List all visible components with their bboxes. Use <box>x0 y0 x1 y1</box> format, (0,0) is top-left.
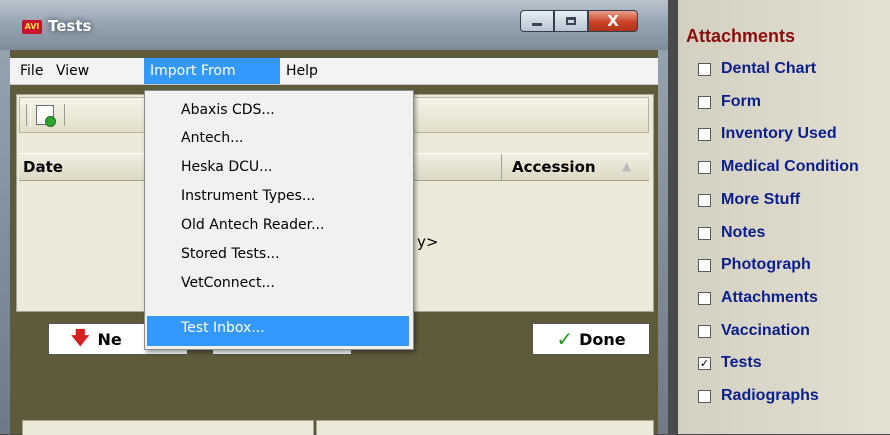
done-button-label: Done <box>579 329 626 349</box>
toolbar-grip[interactable] <box>26 104 31 126</box>
attachment-checkbox-vaccination[interactable] <box>698 324 711 338</box>
attachment-checkbox-inventory-used[interactable] <box>698 127 711 141</box>
grid-empty-text: y> <box>417 233 439 251</box>
attachment-label-form: Form <box>721 93 761 110</box>
arrow-down-icon: 🡇 <box>71 328 90 349</box>
attachment-more-stuff[interactable]: More Stuff <box>698 186 800 214</box>
menu-item-old-antech-reader[interactable]: Old Antech Reader... <box>147 212 409 239</box>
menu-item-abaxis-cds[interactable]: Abaxis CDS... <box>147 97 409 124</box>
attachment-vaccination[interactable]: Vaccination <box>698 317 810 345</box>
menu-item-antech[interactable]: Antech... <box>147 125 409 152</box>
minimize-icon <box>532 22 542 26</box>
attachment-label-notes: Notes <box>721 224 766 241</box>
column-header-accession: Accession <box>512 158 596 176</box>
menu-file[interactable]: File <box>14 58 49 84</box>
attachment-checkbox-notes[interactable] <box>698 226 711 240</box>
attachment-form[interactable]: Form <box>698 88 761 116</box>
maximize-button[interactable] <box>554 10 588 32</box>
checkmark-icon: ✓ <box>556 327 574 351</box>
minimize-button[interactable] <box>520 10 554 32</box>
import-from-dropdown: Abaxis CDS... Antech... Heska DCU... Ins… <box>144 90 414 350</box>
menu-item-stored-tests[interactable]: Stored Tests... <box>147 241 409 268</box>
attachment-label-vaccination: Vaccination <box>721 322 810 339</box>
attachment-inventory-used[interactable]: Inventory Used <box>698 120 837 148</box>
attachment-checkbox-medical-condition[interactable] <box>698 160 711 174</box>
app-logo-icon: AVI <box>22 20 42 34</box>
attachment-checkbox-radiographs[interactable] <box>698 389 711 403</box>
attachment-checkbox-attachments[interactable] <box>698 291 711 305</box>
bottom-panel-left <box>22 420 314 435</box>
new-report-icon[interactable] <box>36 105 56 127</box>
attachment-label-more-stuff: More Stuff <box>721 191 801 208</box>
attachment-label-attachments: Attachments <box>721 289 818 306</box>
title-bar[interactable]: AVI Tests X <box>0 0 668 50</box>
attachment-attachments[interactable]: Attachments <box>698 284 818 312</box>
menu-item-test-inbox[interactable]: Test Inbox... <box>147 316 409 346</box>
menu-bar: File View Import From Help <box>10 58 658 85</box>
attachment-label-tests: Tests <box>721 354 762 371</box>
attachment-label-medical-condition: Medical Condition <box>721 158 859 175</box>
attachments-title: Attachments <box>686 26 796 46</box>
attachment-label-inventory-used: Inventory Used <box>721 125 837 142</box>
bottom-panel-right <box>316 420 654 435</box>
maximize-icon <box>566 17 576 25</box>
attachment-checkbox-photograph[interactable] <box>698 258 711 272</box>
menu-view[interactable]: View <box>50 58 95 84</box>
attachment-checkbox-form[interactable] <box>698 95 711 109</box>
menu-help[interactable]: Help <box>280 58 324 84</box>
attachment-tests[interactable]: ✓ Tests <box>698 349 762 377</box>
attachment-label-dental-chart: Dental Chart <box>721 60 817 77</box>
done-button[interactable]: ✓ Done <box>532 323 650 355</box>
menu-item-vetconnect[interactable]: VetConnect... <box>147 270 409 297</box>
attachment-checkbox-more-stuff[interactable] <box>698 193 711 207</box>
attachment-label-photograph: Photograph <box>721 256 811 273</box>
new-button-label: Ne <box>97 329 122 349</box>
close-button[interactable]: X <box>588 10 638 32</box>
column-header-date[interactable]: Date <box>23 154 63 180</box>
attachment-dental-chart[interactable]: Dental Chart <box>698 55 816 83</box>
menu-item-instrument-types[interactable]: Instrument Types... <box>147 183 409 210</box>
menu-item-heska-dcu[interactable]: Heska DCU... <box>147 154 409 181</box>
menu-import-from[interactable]: Import From <box>144 58 280 84</box>
attachment-notes[interactable]: Notes <box>698 219 765 247</box>
toolbar-separator <box>64 104 65 126</box>
attachment-label-radiographs: Radiographs <box>721 387 819 404</box>
attachment-checkbox-dental-chart[interactable] <box>698 62 711 76</box>
column-header-accession-cell[interactable]: Accession ▲ <box>501 154 649 180</box>
attachment-radiographs[interactable]: Radiographs <box>698 382 819 410</box>
attachment-photograph[interactable]: Photograph <box>698 251 811 279</box>
window-title: Tests <box>48 17 92 35</box>
attachment-medical-condition[interactable]: Medical Condition <box>698 153 859 181</box>
attachment-checkbox-tests[interactable]: ✓ <box>698 356 711 370</box>
sort-ascending-icon: ▲ <box>622 159 632 173</box>
close-icon: X <box>607 11 619 30</box>
attachments-panel: Attachments Dental Chart Form Inventory Us… <box>678 0 890 434</box>
